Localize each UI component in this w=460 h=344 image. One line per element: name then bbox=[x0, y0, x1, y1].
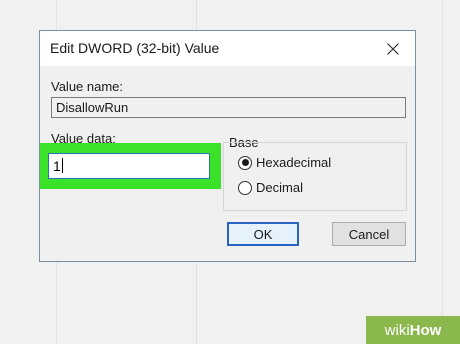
radio-selected-dot bbox=[241, 159, 249, 166]
value-data-text: 1 bbox=[53, 158, 61, 174]
radio-hexadecimal-label: Hexadecimal bbox=[256, 155, 332, 170]
dialog-title: Edit DWORD (32-bit) Value bbox=[50, 40, 220, 56]
background-line bbox=[442, 0, 443, 344]
watermark-prefix: wiki bbox=[384, 321, 410, 339]
radio-button[interactable] bbox=[238, 180, 252, 195]
edit-dword-dialog: Edit DWORD (32-bit) Value Value name: Di… bbox=[39, 30, 416, 262]
title-bar: Edit DWORD (32-bit) Value bbox=[40, 31, 415, 66]
text-cursor bbox=[61, 158, 63, 173]
value-name-field: DisallowRun bbox=[51, 97, 406, 118]
wikihow-watermark: wiki How bbox=[366, 316, 460, 344]
value-data-input[interactable]: 1 bbox=[48, 153, 210, 179]
radio-decimal-label: Decimal bbox=[256, 180, 303, 195]
value-name-label: Value name: bbox=[51, 79, 124, 94]
close-icon bbox=[387, 42, 399, 55]
radio-decimal[interactable]: Decimal bbox=[238, 180, 303, 195]
cancel-button[interactable]: Cancel bbox=[332, 222, 406, 246]
ok-button[interactable]: OK bbox=[227, 222, 299, 246]
watermark-suffix: How bbox=[409, 321, 442, 339]
close-button[interactable] bbox=[371, 31, 415, 66]
radio-hexadecimal[interactable]: Hexadecimal bbox=[238, 155, 331, 170]
radio-button[interactable] bbox=[238, 155, 252, 170]
base-group-box bbox=[223, 142, 407, 211]
